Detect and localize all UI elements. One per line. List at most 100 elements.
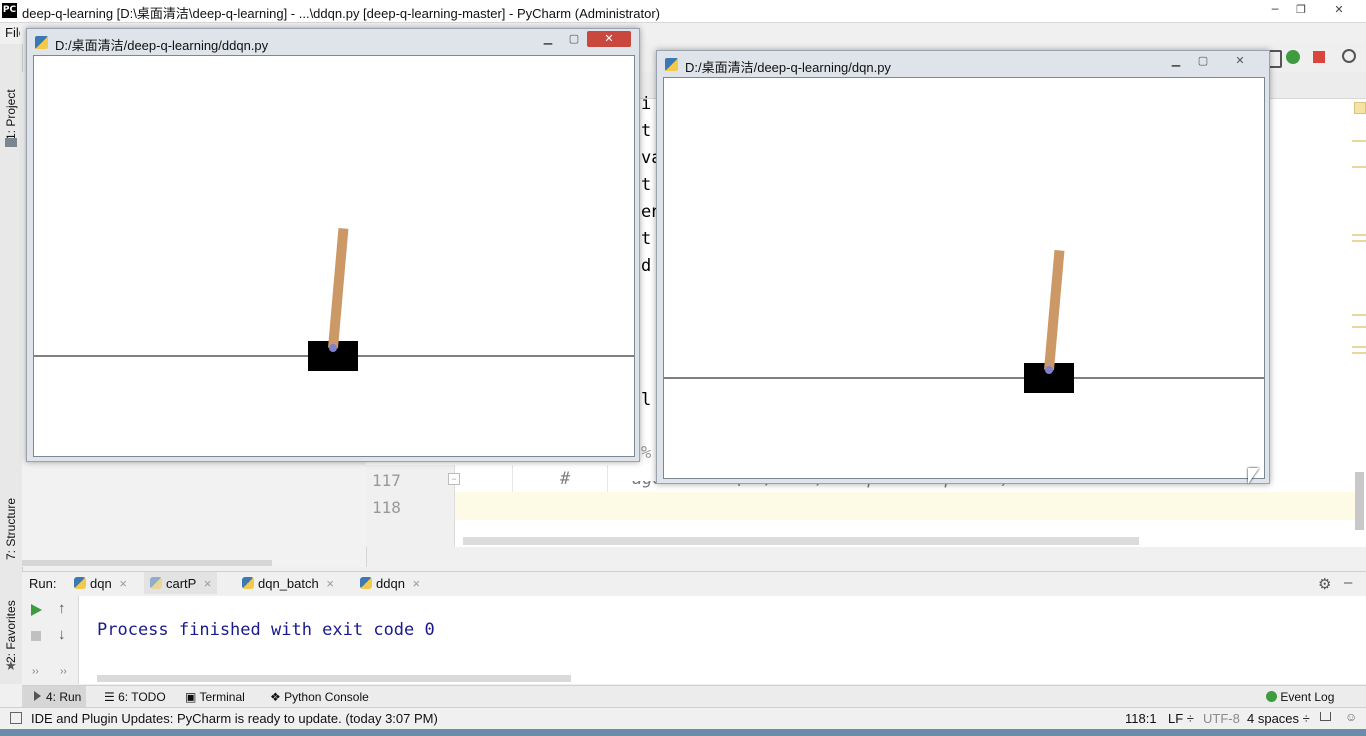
bottom-tab-label: Event Log (1280, 690, 1335, 704)
lock-icon[interactable] (1320, 712, 1331, 721)
cartpole-render (34, 228, 634, 371)
pole-bar (328, 228, 349, 349)
current-line-highlight (455, 492, 1355, 520)
left-tool-strip: 1: Project 7: Structure 2: Favorites ★ (0, 44, 23, 684)
python-console-icon: ❖ (270, 690, 285, 704)
bottom-tab-todo[interactable]: ☰ 6: TODO (104, 690, 166, 704)
pole (328, 228, 349, 349)
fold-icon[interactable]: − (448, 473, 460, 485)
console-output: Process finished with exit code 0 (97, 620, 435, 640)
gym-window-ddqn[interactable]: D:/桌面清洁/deep-q-learning/ddqn.py ▁ ▢ ✕ (26, 28, 640, 462)
folder-icon (5, 138, 17, 147)
cartpole-render (664, 250, 1264, 393)
code-fragment: t (641, 121, 652, 141)
more-icon[interactable]: ›› (32, 666, 39, 677)
console-scrollbar[interactable] (97, 675, 571, 682)
file-encoding[interactable]: UTF-8 (1203, 711, 1240, 726)
close-tab-icon[interactable]: × (326, 576, 334, 591)
code-fragment: i (641, 94, 652, 114)
pycharm-logo-icon: PC (2, 3, 17, 18)
bottom-tab-terminal[interactable]: ▣ Terminal (185, 690, 245, 704)
run-tab-ddqn[interactable]: ddqn × (360, 576, 420, 594)
search-icon[interactable] (1342, 49, 1356, 63)
hide-panel-icon[interactable]: – (1344, 574, 1352, 591)
status-bar: IDE and Plugin Updates: PyCharm is ready… (0, 707, 1366, 730)
caret-position[interactable]: 118:1 (1125, 711, 1157, 726)
editor-horizontal-scrollbar[interactable] (463, 537, 1139, 545)
close-tab-icon[interactable]: × (413, 576, 421, 591)
window-title: deep-q-learning [D:\桌面清洁\deep-q-learning… (22, 6, 660, 21)
debug-bug-icon[interactable] (1286, 50, 1300, 64)
line-separator-label: LF (1168, 711, 1184, 726)
mouse-cursor-icon (1248, 468, 1259, 484)
inspector-icon[interactable]: ☺ (1345, 710, 1357, 724)
maximize-icon[interactable]: ▢ (1190, 53, 1216, 69)
restore-icon[interactable]: ❐ (1290, 2, 1312, 18)
gym-window-dqn[interactable]: D:/桌面清洁/deep-q-learning/dqn.py ▁ ▢ ✕ (656, 50, 1270, 484)
python-icon (360, 577, 372, 589)
error-stripe (1346, 96, 1366, 476)
indent-guide (607, 465, 608, 492)
indent-setting[interactable]: 4 spaces ÷ (1247, 711, 1310, 726)
close-tab-icon[interactable]: × (119, 576, 127, 591)
more-icon[interactable]: ›› (60, 666, 67, 677)
stop-icon[interactable] (1313, 51, 1325, 63)
bottom-tab-label: Python Console (284, 690, 369, 704)
code-fragment: % (641, 443, 652, 463)
bottom-tab-label: 6: TODO (118, 690, 166, 704)
arrow-down-icon[interactable]: ↓ (58, 626, 66, 643)
python-icon (74, 577, 86, 589)
code-fragment: l (641, 390, 652, 410)
minimize-icon[interactable]: ▁ (1163, 53, 1189, 69)
bottom-tab-python-console[interactable]: ❖ Python Console (270, 690, 369, 704)
star-icon: ★ (5, 658, 17, 673)
run-tab-dqn-batch[interactable]: dqn_batch × (242, 576, 334, 594)
line-separator[interactable]: LF ÷ (1168, 711, 1194, 726)
cartpole-canvas (33, 55, 635, 457)
event-log-icon (1266, 691, 1277, 702)
project-scrollbar[interactable] (22, 560, 272, 566)
bottom-tab-label: Terminal (199, 690, 245, 704)
code-fragment: t (641, 175, 652, 195)
close-icon[interactable]: ✕ (1328, 2, 1350, 18)
pole (1044, 250, 1065, 371)
run-tab-label: ddqn (376, 576, 405, 591)
gym-window-title: D:/桌面清洁/deep-q-learning/ddqn.py (55, 38, 269, 53)
editor-vertical-scrollbar[interactable] (1355, 472, 1364, 530)
close-icon[interactable]: ✕ (587, 31, 631, 47)
minimize-icon[interactable]: ─ (1264, 2, 1286, 18)
status-message[interactable]: IDE and Plugin Updates: PyCharm is ready… (31, 711, 438, 726)
axle (329, 344, 337, 352)
arrow-up-icon[interactable]: ↑ (58, 600, 66, 617)
run-console[interactable] (22, 596, 1366, 684)
run-tab-label: dqn (90, 576, 112, 591)
line-number: 118 (372, 498, 401, 517)
terminal-icon: ▣ (185, 690, 200, 704)
stop-run-icon[interactable] (31, 631, 41, 641)
code-fragment: d (641, 256, 652, 276)
python-icon (35, 36, 48, 49)
bottom-tab-run[interactable]: 4: Run (22, 686, 86, 708)
maximize-icon[interactable]: ▢ (561, 31, 587, 47)
close-tab-icon[interactable]: × (204, 576, 212, 591)
run-icon (34, 691, 41, 701)
bottom-tab-event-log[interactable]: Event Log (1266, 690, 1334, 704)
main-title-bar: PC deep-q-learning [D:\桌面清洁\deep-q-learn… (0, 0, 1366, 23)
python-icon (665, 58, 678, 71)
toggle-tool-windows-icon[interactable] (10, 712, 22, 724)
python-icon (242, 577, 254, 589)
axle (1045, 366, 1053, 374)
gear-icon[interactable]: ⚙ (1318, 575, 1331, 593)
menu-bar: File (0, 22, 26, 44)
tab-structure[interactable]: 7: Structure (1, 494, 21, 564)
menu-file[interactable]: File (5, 25, 20, 40)
run-tab-cartp[interactable]: cartP × (144, 572, 218, 594)
run-tab-dqn[interactable]: dqn × (74, 576, 127, 594)
inspection-icon[interactable] (1354, 102, 1366, 114)
rerun-icon[interactable] (31, 604, 42, 616)
minimize-icon[interactable]: ▁ (535, 31, 561, 47)
code-fragment: t (641, 229, 652, 249)
line-number: 117 (372, 471, 401, 490)
close-icon[interactable]: ✕ (1227, 53, 1253, 69)
run-panel-header: Run: dqn × cartP × dqn_batch × ddqn × ⚙ … (22, 571, 1366, 597)
